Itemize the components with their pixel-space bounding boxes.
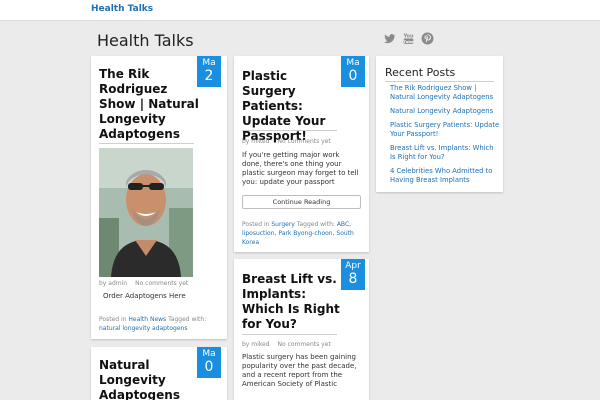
date-day: 0 bbox=[204, 359, 214, 375]
widget-title: Recent Posts bbox=[385, 66, 456, 79]
pinterest-icon[interactable] bbox=[421, 32, 434, 45]
recent-posts-list: The Rik Rodriguez Show | Natural Longevi… bbox=[390, 84, 500, 190]
post-author[interactable]: by admin bbox=[99, 280, 127, 287]
recent-post-link[interactable]: Plastic Surgery Patients: Update Your Pa… bbox=[390, 121, 499, 138]
post-title[interactable]: Natural Longevity Adaptogens bbox=[99, 358, 199, 400]
post-date-badge: Apr 8 bbox=[341, 259, 365, 290]
tagged-with-label: Tagged with: bbox=[168, 316, 207, 323]
recent-posts-widget: Recent Posts The Rik Rodriguez Show | Na… bbox=[376, 56, 503, 192]
post-author[interactable]: by miked bbox=[242, 341, 270, 348]
post-card: Ma 2 The Rik Rodriguez Show | Natural Lo… bbox=[91, 56, 227, 339]
title-divider bbox=[242, 130, 337, 131]
post-taxonomy: Posted in Health News Tagged with: natur… bbox=[99, 315, 223, 333]
post-meta: by miked No comments yet bbox=[242, 341, 362, 348]
post-featured-image[interactable] bbox=[99, 148, 193, 277]
recent-post-link[interactable]: 4 Celebrities Who Admitted to Having Bre… bbox=[390, 167, 492, 184]
widget-divider bbox=[385, 81, 494, 82]
date-day: 2 bbox=[204, 68, 214, 84]
post-excerpt[interactable]: Order Adaptogens Here bbox=[103, 292, 219, 301]
tag-links[interactable]: natural longevity adaptogens bbox=[99, 325, 187, 332]
post-title[interactable]: Breast Lift vs. Implants: Which Is Right… bbox=[242, 272, 342, 332]
recent-post-link[interactable]: Breast Lift vs. Implants: Which Is Right… bbox=[390, 144, 494, 161]
post-comments[interactable]: No comments yet bbox=[135, 280, 188, 287]
post-author[interactable]: by miked bbox=[242, 138, 270, 145]
top-navbar: Health Talks bbox=[0, 0, 600, 21]
post-title[interactable]: The Rik Rodriguez Show | Natural Longevi… bbox=[99, 67, 199, 142]
post-title[interactable]: Plastic Surgery Patients: Update Your Pa… bbox=[242, 69, 342, 144]
tagged-with-label: Tagged with: bbox=[296, 221, 335, 228]
category-link[interactable]: Surgery bbox=[271, 221, 295, 228]
post-excerpt: Plastic surgery has been gaining popular… bbox=[242, 353, 357, 388]
youtube-icon[interactable]: You Tube bbox=[402, 32, 415, 45]
brand-link[interactable]: Health Talks bbox=[91, 4, 153, 14]
date-day: 8 bbox=[348, 271, 358, 287]
post-comments[interactable]: No comments yet bbox=[278, 138, 331, 145]
twitter-icon[interactable] bbox=[383, 32, 396, 45]
post-card: Ma 0 Plastic Surgery Patients: Update Yo… bbox=[234, 56, 369, 252]
post-meta: by admin No comments yet bbox=[99, 280, 219, 287]
post-comments[interactable]: No comments yet bbox=[278, 341, 331, 348]
category-link[interactable]: Health News bbox=[128, 316, 166, 323]
post-card: Ma 0 Natural Longevity Adaptogens bbox=[91, 347, 227, 400]
post-date-badge: Ma 2 bbox=[197, 56, 221, 87]
post-card: Apr 8 Breast Lift vs. Implants: Which Is… bbox=[234, 259, 369, 400]
svg-text:Tube: Tube bbox=[403, 39, 414, 44]
posted-in-label: Posted in bbox=[99, 316, 127, 323]
continue-reading-button[interactable]: Continue Reading bbox=[242, 195, 361, 209]
post-date-badge: Ma 0 bbox=[341, 56, 365, 87]
title-divider bbox=[242, 334, 337, 335]
date-day: 0 bbox=[348, 68, 358, 84]
title-divider bbox=[99, 143, 194, 144]
recent-post-link[interactable]: The Rik Rodriguez Show | Natural Longevi… bbox=[390, 84, 493, 101]
site-title[interactable]: Health Talks bbox=[97, 31, 194, 50]
posted-in-label: Posted in bbox=[242, 221, 270, 228]
recent-post-link[interactable]: Natural Longevity Adaptogens bbox=[390, 107, 493, 115]
post-date-badge: Ma 0 bbox=[197, 347, 221, 378]
post-meta: by miked No comments yet bbox=[242, 138, 362, 145]
social-links: You Tube bbox=[383, 32, 434, 45]
post-taxonomy: Posted in Surgery Tagged with: ABC, lipo… bbox=[242, 220, 364, 247]
post-excerpt: If you're getting major work done, there… bbox=[242, 151, 359, 186]
